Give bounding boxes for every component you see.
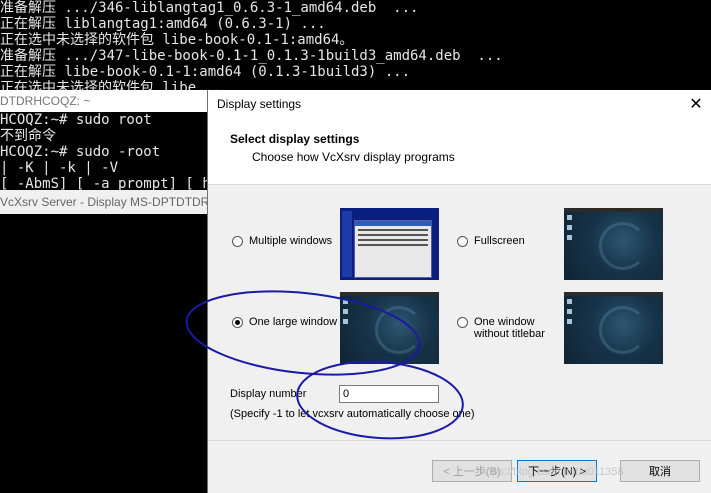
option-one-window-without-titlebar[interactable]: One window without titlebar (457, 316, 557, 340)
option-label: Multiple windows (249, 235, 333, 247)
one-large-window-preview-image (340, 292, 439, 364)
terminal-line: 准备解压 .../346-liblangtag1_0.6.3-1_amd64.d… (0, 0, 419, 16)
dialog-title: Display settings (217, 97, 302, 111)
dialog-titlebar[interactable]: Display settings ✕ (208, 90, 711, 120)
footer-divider (208, 440, 711, 441)
option-label: One window without titlebar (474, 316, 545, 340)
vcxsrv-window-title[interactable]: VcXsrv Server - Display MS-DPTDTDRHCOQZ:… (0, 190, 210, 214)
terminal-line: 正在选中未选择的软件包 libe-book-0.1-1:amd64。 (0, 32, 354, 48)
cancel-button[interactable]: 取消 (620, 460, 700, 482)
multiple-windows-preview-image (340, 208, 439, 280)
radio-one-window-without-titlebar[interactable] (457, 317, 468, 328)
option-multiple-windows[interactable]: Multiple windows (232, 235, 332, 247)
option-fullscreen[interactable]: Fullscreen (457, 235, 525, 247)
fullscreen-preview-image (564, 208, 663, 280)
watermark-text: https://blog.csdn.net/u011358 (480, 466, 624, 478)
terminal-window-title[interactable]: DTDRHCOQZ: ~ (0, 90, 220, 112)
radio-multiple-windows[interactable] (232, 236, 243, 247)
terminal-line: 准备解压 .../347-libe-book-0.1-1_0.1.3-1buil… (0, 48, 503, 64)
display-settings-dialog: Display settings ✕ Select display settin… (207, 90, 711, 493)
terminal-line: 正在解压 liblangtag1:amd64 (0.6.3-1) ... (0, 16, 326, 32)
background-terminal-top: 准备解压 .../346-liblangtag1_0.6.3-1_amd64.d… (0, 0, 711, 96)
display-number-input[interactable] (339, 385, 439, 403)
option-label: One large window (249, 316, 338, 328)
display-number-hint: (Specify -1 to let vcxsrv automatically … (230, 408, 475, 420)
terminal-line: 正在解压 libe-book-0.1-1:amd64 (0.1.3-1build… (0, 64, 411, 80)
one-window-without-titlebar-preview-image (564, 292, 663, 364)
wizard-header: Select display settings Choose how VcXsr… (208, 120, 711, 185)
header-title: Select display settings (230, 132, 360, 146)
option-one-large-window[interactable]: One large window (232, 316, 337, 328)
vcxsrv-window-body (0, 214, 207, 493)
header-subtitle: Choose how VcXsrv display programs (252, 150, 455, 164)
close-icon[interactable]: ✕ (686, 95, 706, 115)
display-number-label: Display number (230, 388, 307, 400)
radio-fullscreen[interactable] (457, 236, 468, 247)
option-label: Fullscreen (474, 235, 525, 247)
radio-one-large-window[interactable] (232, 317, 243, 328)
